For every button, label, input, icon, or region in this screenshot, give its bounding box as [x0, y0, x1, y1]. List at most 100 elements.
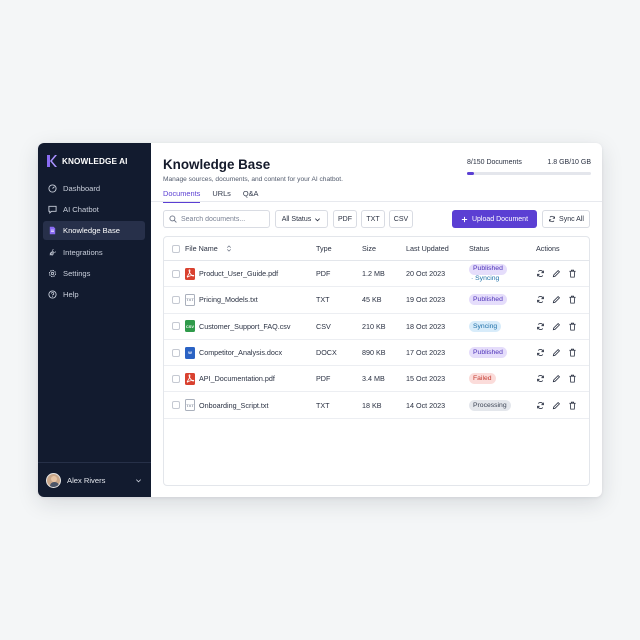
brand[interactable]: KNOWLEDGE AI — [47, 155, 127, 167]
documents-table: File Name Type Size Last Updated Status … — [163, 236, 590, 486]
search-box[interactable] — [163, 210, 270, 228]
file-type: CSV — [316, 321, 331, 331]
last-updated: 20 Oct 2023 — [406, 269, 446, 279]
table-header: File Name Type Size Last Updated Status … — [164, 237, 589, 261]
table-row[interactable]: CSV Customer_Support_FAQ.csv CSV 210 KB … — [164, 314, 589, 340]
user-menu[interactable]: Alex Rivers — [38, 462, 151, 497]
edit-icon[interactable] — [552, 295, 561, 304]
row-checkbox[interactable] — [171, 401, 180, 410]
trash-icon[interactable] — [568, 322, 577, 331]
status-badge: Processing — [469, 399, 511, 411]
csv-file-icon: CSV — [185, 320, 195, 333]
file-size: 890 KB — [362, 348, 386, 358]
sidebar-item-settings[interactable]: Settings — [43, 264, 145, 283]
filter-csv-button[interactable]: CSV — [389, 210, 413, 228]
file-type: TXT — [316, 400, 330, 410]
table-row[interactable]: W Competitor_Analysis.docx DOCX 890 KB 1… — [164, 340, 589, 367]
table-row[interactable]: API_Documentation.pdf PDF 3.4 MB 15 Oct … — [164, 366, 589, 393]
sub-status: · Syncing — [471, 275, 500, 283]
sidebar-item-knowledge-base[interactable]: Knowledge Base — [43, 221, 145, 241]
col-last-updated: Last Updated — [406, 244, 449, 253]
file-size: 210 KB — [362, 321, 386, 331]
resync-icon[interactable] — [536, 295, 545, 304]
table-row[interactable]: Product_User_Guide.pdf PDF 1.2 MB 20 Oct… — [164, 261, 589, 288]
plus-icon — [461, 216, 468, 222]
row-checkbox[interactable] — [171, 295, 180, 304]
file-name[interactable]: Customer_Support_FAQ.csv — [199, 322, 290, 331]
col-status: Status — [469, 244, 490, 253]
gear-icon — [48, 269, 57, 277]
trash-icon[interactable] — [568, 269, 577, 278]
page-subtitle: Manage sources, documents, and content f… — [163, 176, 343, 183]
file-name-cell: TXT Onboarding_Script.txt — [185, 399, 316, 412]
sidebar-item-label: AI Chatbot — [63, 205, 99, 215]
sidebar-item-ai-chatbot[interactable]: AI Chatbot — [43, 200, 145, 219]
trash-icon[interactable] — [568, 348, 577, 357]
row-checkbox[interactable] — [171, 348, 180, 357]
select-all-checkbox[interactable] — [171, 244, 180, 253]
edit-icon[interactable] — [552, 322, 561, 331]
edit-icon[interactable] — [552, 269, 561, 278]
table-row[interactable]: TXT Onboarding_Script.txt TXT 18 KB 14 O… — [164, 392, 589, 419]
trash-icon[interactable] — [568, 401, 577, 410]
status-cell: Failed — [469, 373, 536, 385]
table-row[interactable]: TXT Pricing_Models.txt TXT 45 KB 19 Oct … — [164, 287, 589, 314]
file-name[interactable]: Onboarding_Script.txt — [199, 401, 269, 410]
main-content: Knowledge Base Manage sources, documents… — [151, 143, 602, 497]
upload-document-button[interactable]: Upload Document — [452, 210, 537, 228]
resync-icon[interactable] — [536, 348, 545, 357]
row-checkbox[interactable] — [171, 322, 180, 331]
resync-icon[interactable] — [536, 269, 545, 278]
resync-icon[interactable] — [536, 322, 545, 331]
file-name[interactable]: Product_User_Guide.pdf — [199, 269, 278, 278]
file-name[interactable]: Pricing_Models.txt — [199, 295, 258, 304]
edit-icon[interactable] — [552, 401, 561, 410]
logo-icon — [47, 155, 57, 167]
storage-usage: 1.8 GB/10 GB — [547, 159, 591, 166]
chevron-down-icon — [315, 217, 321, 221]
pdf-file-icon — [185, 267, 195, 280]
filter-txt-button[interactable]: TXT — [361, 210, 385, 228]
status-cell: Published · Syncing — [469, 264, 536, 283]
chevron-down-icon[interactable] — [135, 477, 142, 484]
sidebar-item-dashboard[interactable]: Dashboard — [43, 179, 145, 198]
row-checkbox[interactable] — [171, 374, 180, 383]
docx-file-icon: W — [185, 346, 195, 359]
row-actions — [536, 322, 589, 331]
row-actions — [536, 401, 589, 410]
search-input[interactable] — [181, 215, 266, 223]
file-type: PDF — [316, 269, 331, 279]
resync-icon[interactable] — [536, 374, 545, 383]
txt-file-icon: TXT — [185, 399, 195, 412]
edit-icon[interactable] — [552, 348, 561, 357]
row-checkbox[interactable] — [171, 269, 180, 278]
row-actions — [536, 269, 589, 278]
file-name[interactable]: Competitor_Analysis.docx — [199, 348, 282, 357]
table-body: Product_User_Guide.pdf PDF 1.2 MB 20 Oct… — [164, 261, 589, 419]
last-updated: 19 Oct 2023 — [406, 295, 446, 305]
sidebar: KNOWLEDGE AI Dashboard AI Chatbot Knowle… — [38, 143, 151, 497]
file-name-cell: API_Documentation.pdf — [185, 372, 316, 385]
status-filter-dropdown[interactable]: All Status — [275, 210, 328, 228]
sidebar-item-help[interactable]: Help — [43, 285, 145, 304]
documents-count: 8/150 Documents — [467, 159, 522, 166]
trash-icon[interactable] — [568, 374, 577, 383]
sync-all-button[interactable]: Sync All — [542, 210, 590, 228]
trash-icon[interactable] — [568, 295, 577, 304]
sync-icon — [549, 215, 556, 223]
resync-icon[interactable] — [536, 401, 545, 410]
toolbar: All Status PDF TXT CSV Upload Document S… — [163, 210, 590, 228]
page-title: Knowledge Base — [163, 157, 271, 172]
file-name-cell: CSV Customer_Support_FAQ.csv — [185, 320, 316, 333]
file-name-cell: Product_User_Guide.pdf — [185, 267, 316, 280]
file-type: PDF — [316, 374, 331, 384]
col-size: Size — [362, 244, 376, 253]
edit-icon[interactable] — [552, 374, 561, 383]
col-file-name[interactable]: File Name — [185, 244, 316, 253]
row-actions — [536, 348, 589, 357]
sidebar-item-integrations[interactable]: Integrations — [43, 243, 145, 262]
sort-icon — [226, 245, 231, 252]
filter-pdf-button[interactable]: PDF — [333, 210, 357, 228]
file-name[interactable]: API_Documentation.pdf — [199, 374, 275, 383]
brand-name: KNOWLEDGE AI — [62, 156, 128, 166]
